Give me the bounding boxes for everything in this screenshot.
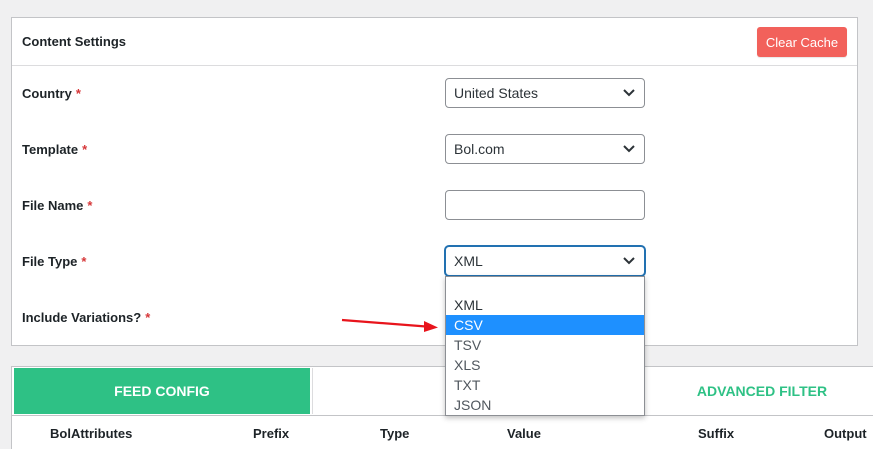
column-header: Type [380,426,410,441]
country-label: Country * [22,85,81,101]
panel-title: Content Settings [22,34,126,49]
column-header: Value [507,426,541,441]
file-type-label: File Type * [22,253,87,269]
red-arrow-icon [341,318,438,332]
column-header: BolAttributes [50,426,133,441]
option-tsv[interactable]: TSV [446,335,644,355]
clear-cache-button[interactable]: Clear Cache [757,27,847,57]
file-type-select[interactable]: XML [445,246,645,276]
chevron-down-icon [623,89,635,97]
template-select-value: Bol.com [454,141,505,157]
file-name-label: File Name * [22,197,93,213]
attributes-table-header: BolAttributes Prefix Type Value Suffix O… [11,416,873,449]
file-name-input[interactable] [445,190,645,220]
option-xml[interactable]: XML [446,295,644,315]
column-header: Output [824,426,867,441]
panel-header: Content Settings Clear Cache [12,18,857,66]
required-mark: * [87,197,93,213]
column-header: Prefix [253,426,290,441]
template-select[interactable]: Bol.com [445,134,645,164]
chevron-down-icon [623,257,635,265]
option-xls[interactable]: XLS [446,355,644,375]
column-header: Suffix [698,426,735,441]
required-mark: * [145,309,151,325]
option-json[interactable]: JSON [446,395,644,415]
tab-advanced-filter[interactable]: ADVANCED FILTER [612,368,873,414]
option-csv[interactable]: CSV [446,315,644,335]
required-mark: * [75,85,81,101]
file-type-dropdown: XML CSV TSV XLS TXT JSON [445,276,645,416]
chevron-down-icon [623,145,635,153]
tab-feed-config[interactable]: FEED CONFIG [14,368,310,414]
file-type-select-value: XML [454,253,483,269]
required-mark: * [82,141,88,157]
country-select-value: United States [454,85,539,101]
required-mark: * [81,253,87,269]
content-settings-panel: Content Settings Clear Cache Country * U… [11,17,858,346]
include-variations-label: Include Variations? * [22,309,151,325]
country-select[interactable]: United States [445,78,645,108]
template-label: Template * [22,141,88,157]
feed-tabs: FEED CONFIG F ADVANCED FILTER [11,366,873,416]
option-txt[interactable]: TXT [446,375,644,395]
